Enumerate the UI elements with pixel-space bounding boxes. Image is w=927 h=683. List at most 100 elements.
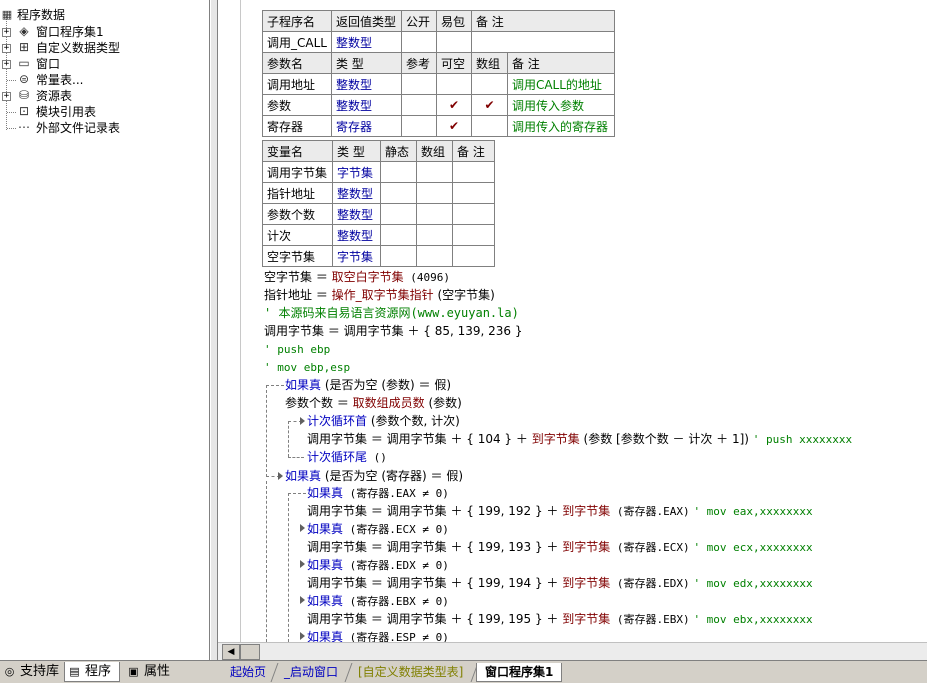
note-cell[interactable] — [452, 203, 495, 225]
param-ref-cell[interactable] — [400, 94, 437, 116]
tab-program[interactable]: ▤ 程序 — [64, 662, 120, 682]
code-line[interactable]: 调用字节集 ＝ 调用字节集 ＋ { 199, 194 } ＋ 到字节集 (寄存器… — [307, 574, 813, 592]
param-array-cell[interactable] — [470, 115, 508, 137]
param-row[interactable]: 寄存器 寄存器 ✔ 调用传入的寄存器 — [262, 115, 615, 137]
code-editor[interactable]: 子程序名 返回值类型 公开 易包 备 注 调用_CALL 整数型 参数名 类 型… — [218, 0, 927, 642]
variable-name-cell[interactable]: 参数个数 — [262, 203, 333, 225]
tab-window-assembly-1[interactable]: 窗口程序集1 — [476, 663, 563, 682]
static-cell[interactable] — [380, 224, 417, 246]
variable-name-cell[interactable]: 指针地址 — [262, 182, 333, 204]
code-comment[interactable]: ' 本源码来自易语言资源网(www.eyuyan.la) — [264, 304, 519, 322]
subroutine-name-cell[interactable]: 调用_CALL — [262, 31, 332, 53]
panel-splitter[interactable] — [210, 0, 218, 660]
param-type-cell[interactable]: 整数型 — [330, 73, 402, 95]
variable-type-cell[interactable]: 字节集 — [332, 245, 381, 267]
variable-row[interactable]: 空字节集 字节集 — [262, 245, 495, 267]
array-cell[interactable] — [416, 182, 453, 204]
param-name-cell[interactable]: 寄存器 — [262, 115, 332, 137]
variable-type-cell[interactable]: 字节集 — [332, 161, 381, 183]
tab-custom-datatype-table[interactable]: [自定义数据类型表] — [350, 663, 471, 682]
tree-item-assembly[interactable]: + ◈ 窗口程序集1 — [0, 24, 205, 40]
variable-row[interactable]: 计次 整数型 — [262, 224, 495, 246]
note-cell[interactable] — [452, 224, 495, 246]
code-line[interactable]: 指针地址 ＝ 操作_取字节集指针 (空字节集) — [264, 286, 495, 304]
code-line[interactable]: 调用字节集 ＝ 调用字节集 ＋ { 199, 193 } ＋ 到字节集 (寄存器… — [307, 538, 813, 556]
code-line[interactable]: 如果真 (寄存器.EBX ≠ 0) — [307, 592, 449, 610]
scrollbar-thumb[interactable] — [240, 644, 260, 660]
tree-item-resources[interactable]: + ⛁ 资源表 — [0, 88, 205, 104]
tab-support-library[interactable]: ◎ 支持库 — [0, 662, 62, 682]
param-note-cell[interactable]: 调用CALL的地址 — [506, 73, 615, 95]
variable-type-cell[interactable]: 整数型 — [332, 224, 381, 246]
horizontal-scrollbar[interactable]: ◀ — [218, 642, 927, 660]
param-array-cell[interactable]: ✔ — [470, 94, 508, 116]
variable-type-cell[interactable]: 整数型 — [332, 203, 381, 225]
variable-type-cell[interactable]: 整数型 — [332, 182, 381, 204]
array-cell[interactable] — [416, 245, 453, 267]
param-note-cell[interactable]: 调用传入的寄存器 — [506, 115, 615, 137]
code-line[interactable]: 调用字节集 ＝ 调用字节集 ＋ { 199, 192 } ＋ 到字节集 (寄存器… — [307, 502, 813, 520]
param-ref-cell[interactable] — [400, 73, 437, 95]
note-cell[interactable] — [470, 31, 615, 53]
static-cell[interactable] — [380, 203, 417, 225]
expand-icon[interactable]: + — [2, 92, 11, 101]
code-line[interactable]: 如果真 (寄存器.ECX ≠ 0) — [307, 520, 449, 538]
variable-row[interactable]: 指针地址 整数型 — [262, 182, 495, 204]
code-comment[interactable]: ' mov ebp,esp — [264, 359, 350, 377]
param-type-cell[interactable]: 整数型 — [330, 94, 402, 116]
array-cell[interactable] — [416, 203, 453, 225]
param-ref-cell[interactable] — [400, 115, 437, 137]
static-cell[interactable] — [380, 182, 417, 204]
tree-item-constants[interactable]: ⊜ 常量表... — [0, 72, 205, 88]
code-line[interactable]: 调用字节集 ＝ 调用字节集 ＋ { 85, 139, 236 } — [264, 322, 523, 340]
array-cell[interactable] — [416, 224, 453, 246]
code-line[interactable]: 计次循环尾 () — [307, 448, 387, 466]
epackage-cell[interactable] — [435, 31, 472, 53]
scroll-left-icon[interactable]: ◀ — [222, 644, 240, 660]
tree-item-external-files[interactable]: ⋯ 外部文件记录表 — [0, 120, 205, 136]
tree-item-modules[interactable]: ⊡ 模块引用表 — [0, 104, 205, 120]
static-cell[interactable] — [380, 245, 417, 267]
code-line[interactable]: 调用字节集 ＝ 调用字节集 ＋ { 104 } ＋ 到字节集 (参数 [参数个数… — [307, 430, 852, 448]
code-line[interactable]: 如果真 (寄存器.EAX ≠ 0) — [307, 484, 449, 502]
code-line[interactable]: 如果真 (寄存器.EDX ≠ 0) — [307, 556, 449, 574]
expand-icon[interactable]: + — [2, 60, 11, 69]
param-type-cell[interactable]: 寄存器 — [330, 115, 402, 137]
code-comment[interactable]: ' push ebp — [264, 341, 330, 359]
variable-name-cell[interactable]: 计次 — [262, 224, 333, 246]
param-note-cell[interactable]: 调用传入参数 — [506, 94, 615, 116]
variable-name-cell[interactable]: 空字节集 — [262, 245, 333, 267]
static-cell[interactable] — [380, 161, 417, 183]
tree-item-datatype[interactable]: + ⊞ 自定义数据类型 — [0, 40, 205, 56]
note-cell[interactable] — [452, 182, 495, 204]
param-row[interactable]: 参数 整数型 ✔ ✔ 调用传入参数 — [262, 94, 615, 116]
code-line[interactable]: 如果真 (是否为空 (寄存器) ＝ 假) — [285, 467, 463, 485]
tab-start-page[interactable]: 起始页 — [222, 663, 274, 682]
expand-icon[interactable]: + — [2, 28, 11, 37]
tab-properties[interactable]: ▣ 属性 — [124, 662, 180, 682]
code-line[interactable]: 如果真 (是否为空 (参数) ＝ 假) — [285, 376, 451, 394]
code-line[interactable]: 调用字节集 ＝ 调用字节集 ＋ { 199, 195 } ＋ 到字节集 (寄存器… — [307, 610, 813, 628]
public-cell[interactable] — [400, 31, 437, 53]
code-line[interactable]: 计次循环首 (参数个数, 计次) — [307, 412, 460, 430]
code-line[interactable]: 如果真 (寄存器.ESP ≠ 0) — [307, 628, 449, 642]
code-line[interactable]: 空字节集 ＝ 取空白字节集 (4096) — [264, 268, 450, 286]
param-name-cell[interactable]: 参数 — [262, 94, 332, 116]
return-type-cell[interactable]: 整数型 — [330, 31, 402, 53]
note-cell[interactable] — [452, 245, 495, 267]
tab-startup-window[interactable]: _启动窗口 — [276, 663, 346, 682]
expand-icon[interactable]: + — [2, 44, 11, 53]
array-cell[interactable] — [416, 161, 453, 183]
project-tree[interactable]: ▦ 程序数据 + ◈ 窗口程序集1 + ⊞ 自定义数据类型 + ▭ 窗口 ⊜ 常… — [0, 0, 210, 660]
param-nullable-cell[interactable]: ✔ — [435, 115, 472, 137]
tree-item-window[interactable]: + ▭ 窗口 — [0, 56, 205, 72]
code-line[interactable]: 参数个数 ＝ 取数组成员数 (参数) — [285, 394, 462, 412]
param-nullable-cell[interactable]: ✔ — [435, 94, 472, 116]
note-cell[interactable] — [452, 161, 495, 183]
param-nullable-cell[interactable] — [435, 73, 472, 95]
param-array-cell[interactable] — [470, 73, 508, 95]
variable-name-cell[interactable]: 调用字节集 — [262, 161, 333, 183]
variable-row[interactable]: 参数个数 整数型 — [262, 203, 495, 225]
param-name-cell[interactable]: 调用地址 — [262, 73, 332, 95]
variable-row[interactable]: 调用字节集 字节集 — [262, 161, 495, 183]
